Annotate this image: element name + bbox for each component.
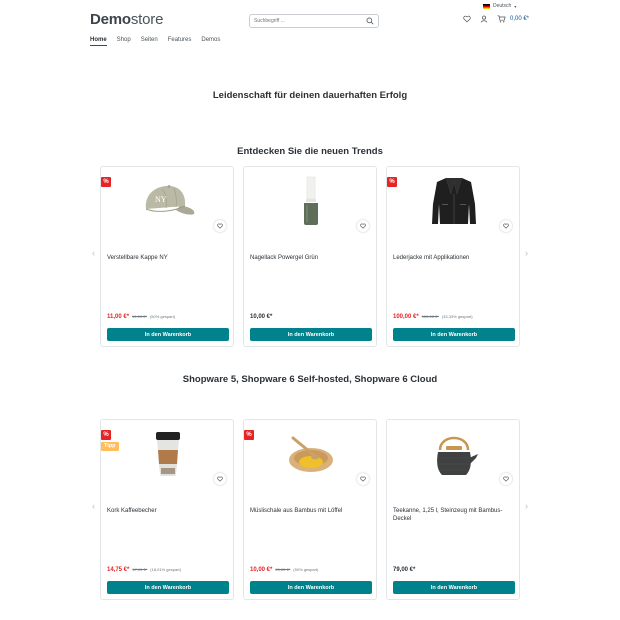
slider-next-arrow-icon[interactable]: › bbox=[525, 248, 528, 258]
cart-icon[interactable] bbox=[497, 15, 506, 23]
product-price: 10,00 €* bbox=[250, 314, 272, 320]
hero-heading: Leidenschaft für deinen dauerhaften Erfo… bbox=[212, 90, 408, 101]
wishlist-heart-icon[interactable] bbox=[463, 15, 471, 23]
language-switcher[interactable]: Deutsch ▾ bbox=[483, 3, 516, 9]
price-old: 19,99 €* bbox=[132, 314, 147, 319]
main-navigation: Home Shop Seiten Features Demos bbox=[90, 37, 220, 46]
product-image-teapot[interactable] bbox=[417, 428, 491, 480]
add-to-cart-button[interactable]: In den Warenkorb bbox=[107, 581, 229, 594]
product-card[interactable]: % Tipp Kork Kaffeebecher 14,75 €* 17,99 … bbox=[100, 419, 234, 600]
german-flag-icon bbox=[483, 3, 490, 9]
add-to-cart-button[interactable]: In den Warenkorb bbox=[107, 328, 229, 341]
wishlist-heart-icon[interactable] bbox=[357, 473, 369, 485]
add-to-cart-button[interactable]: In den Warenkorb bbox=[393, 581, 515, 594]
add-to-cart-button[interactable]: In den Warenkorb bbox=[250, 328, 372, 341]
logo-bold: Demo bbox=[90, 11, 131, 28]
account-icon[interactable] bbox=[480, 15, 488, 23]
search-icon[interactable] bbox=[366, 17, 374, 25]
product-image-cap[interactable]: NY bbox=[131, 175, 205, 227]
tip-badge: Tipp bbox=[101, 442, 119, 451]
wishlist-heart-icon[interactable] bbox=[500, 220, 512, 232]
product-card[interactable]: % Müslischale aus Bambus mit Löffel 10,0… bbox=[243, 419, 377, 600]
shopware-heading: Shopware 5, Shopware 6 Self-hosted, Shop… bbox=[182, 374, 438, 385]
price-discount: (33,33% gespart) bbox=[441, 314, 473, 319]
price-discount: (18,01% gespart) bbox=[150, 567, 181, 572]
price-current: 10,00 €* bbox=[250, 567, 273, 573]
nav-item-shop[interactable]: Shop bbox=[117, 37, 131, 46]
product-name[interactable]: Kork Kaffeebecher bbox=[107, 507, 227, 515]
product-name[interactable]: Verstellbare Kappe NY bbox=[107, 254, 227, 262]
product-image-nail-polish[interactable] bbox=[274, 175, 348, 227]
wishlist-heart-icon[interactable] bbox=[214, 220, 226, 232]
price-current: 14,75 €* bbox=[107, 567, 130, 573]
product-card[interactable]: Nagellack Powergel Grün 10,00 €* In den … bbox=[243, 166, 377, 347]
product-price: 79,00 €* bbox=[393, 567, 415, 573]
search-bar bbox=[249, 14, 379, 28]
sale-badge: % bbox=[101, 430, 111, 440]
product-name[interactable]: Nagellack Powergel Grün bbox=[250, 254, 370, 262]
price-old: 17,99 €* bbox=[132, 567, 148, 572]
price-current: 10,00 €* bbox=[250, 314, 273, 320]
price-current: 100,00 €* bbox=[393, 314, 419, 320]
slider-prev-arrow-icon[interactable]: ‹ bbox=[92, 501, 95, 511]
chevron-down-icon: ▾ bbox=[514, 3, 517, 9]
sale-badge: % bbox=[387, 177, 397, 187]
product-price: 14,75 €* 17,99 €* (18,01% gespart) bbox=[107, 567, 181, 573]
price-discount: (50% gespart) bbox=[149, 314, 176, 319]
nav-item-features[interactable]: Features bbox=[168, 37, 192, 46]
price-old: 20,00 €* bbox=[275, 567, 291, 572]
wishlist-heart-icon[interactable] bbox=[500, 473, 512, 485]
cart-total[interactable]: 0,00 €* bbox=[510, 16, 529, 22]
language-label: Deutsch bbox=[493, 3, 512, 9]
wishlist-heart-icon[interactable] bbox=[357, 220, 369, 232]
add-to-cart-button[interactable]: In den Warenkorb bbox=[393, 328, 515, 341]
logo[interactable]: Demostore bbox=[90, 11, 163, 28]
slider-prev-arrow-icon[interactable]: ‹ bbox=[92, 248, 95, 258]
nav-item-seiten[interactable]: Seiten bbox=[141, 37, 158, 46]
product-price: 10,00 €* 20,00 €* (50% gespart) bbox=[250, 567, 318, 573]
product-card[interactable]: Teekanne, 1,25 l, Steinzeug mit Bambus-D… bbox=[386, 419, 520, 600]
product-price: 11,00 €* 19,99 €* (50% gespart) bbox=[107, 314, 175, 320]
product-image-bamboo-bowl[interactable] bbox=[274, 428, 348, 480]
price-current: 79,00 €* bbox=[393, 567, 416, 573]
trends-heading: Entdecken Sie die neuen Trends bbox=[237, 146, 383, 157]
svg-text:NY: NY bbox=[155, 195, 167, 204]
logo-light: store bbox=[130, 11, 164, 28]
product-price: 100,00 €* 150,00 €* (33,33% gespart) bbox=[393, 314, 473, 320]
slider-next-arrow-icon[interactable]: › bbox=[525, 501, 528, 511]
product-name[interactable]: Teekanne, 1,25 l, Steinzeug mit Bambus-D… bbox=[393, 507, 513, 523]
search-input[interactable] bbox=[250, 18, 362, 24]
sale-badge: % bbox=[101, 177, 111, 187]
sale-badge: % bbox=[244, 430, 254, 440]
add-to-cart-button[interactable]: In den Warenkorb bbox=[250, 581, 372, 594]
product-image-leather-jacket[interactable] bbox=[417, 175, 491, 227]
product-card[interactable]: % Lederjacke mit Applikationen 100,00 €*… bbox=[386, 166, 520, 347]
price-old: 150,00 €* bbox=[421, 314, 439, 319]
wishlist-heart-icon[interactable] bbox=[214, 473, 226, 485]
price-discount: (50% gespart) bbox=[293, 567, 319, 572]
product-name[interactable]: Lederjacke mit Applikationen bbox=[393, 254, 513, 262]
nav-item-home[interactable]: Home bbox=[90, 37, 107, 46]
nav-item-demos[interactable]: Demos bbox=[201, 37, 220, 46]
price-current: 11,00 €* bbox=[107, 314, 130, 320]
product-card[interactable]: % NY Verstellbare Kappe NY 11,00 €* 19,9 bbox=[100, 166, 234, 347]
product-image-coffee-cup[interactable] bbox=[131, 428, 205, 480]
product-name[interactable]: Müslischale aus Bambus mit Löffel bbox=[250, 507, 370, 515]
